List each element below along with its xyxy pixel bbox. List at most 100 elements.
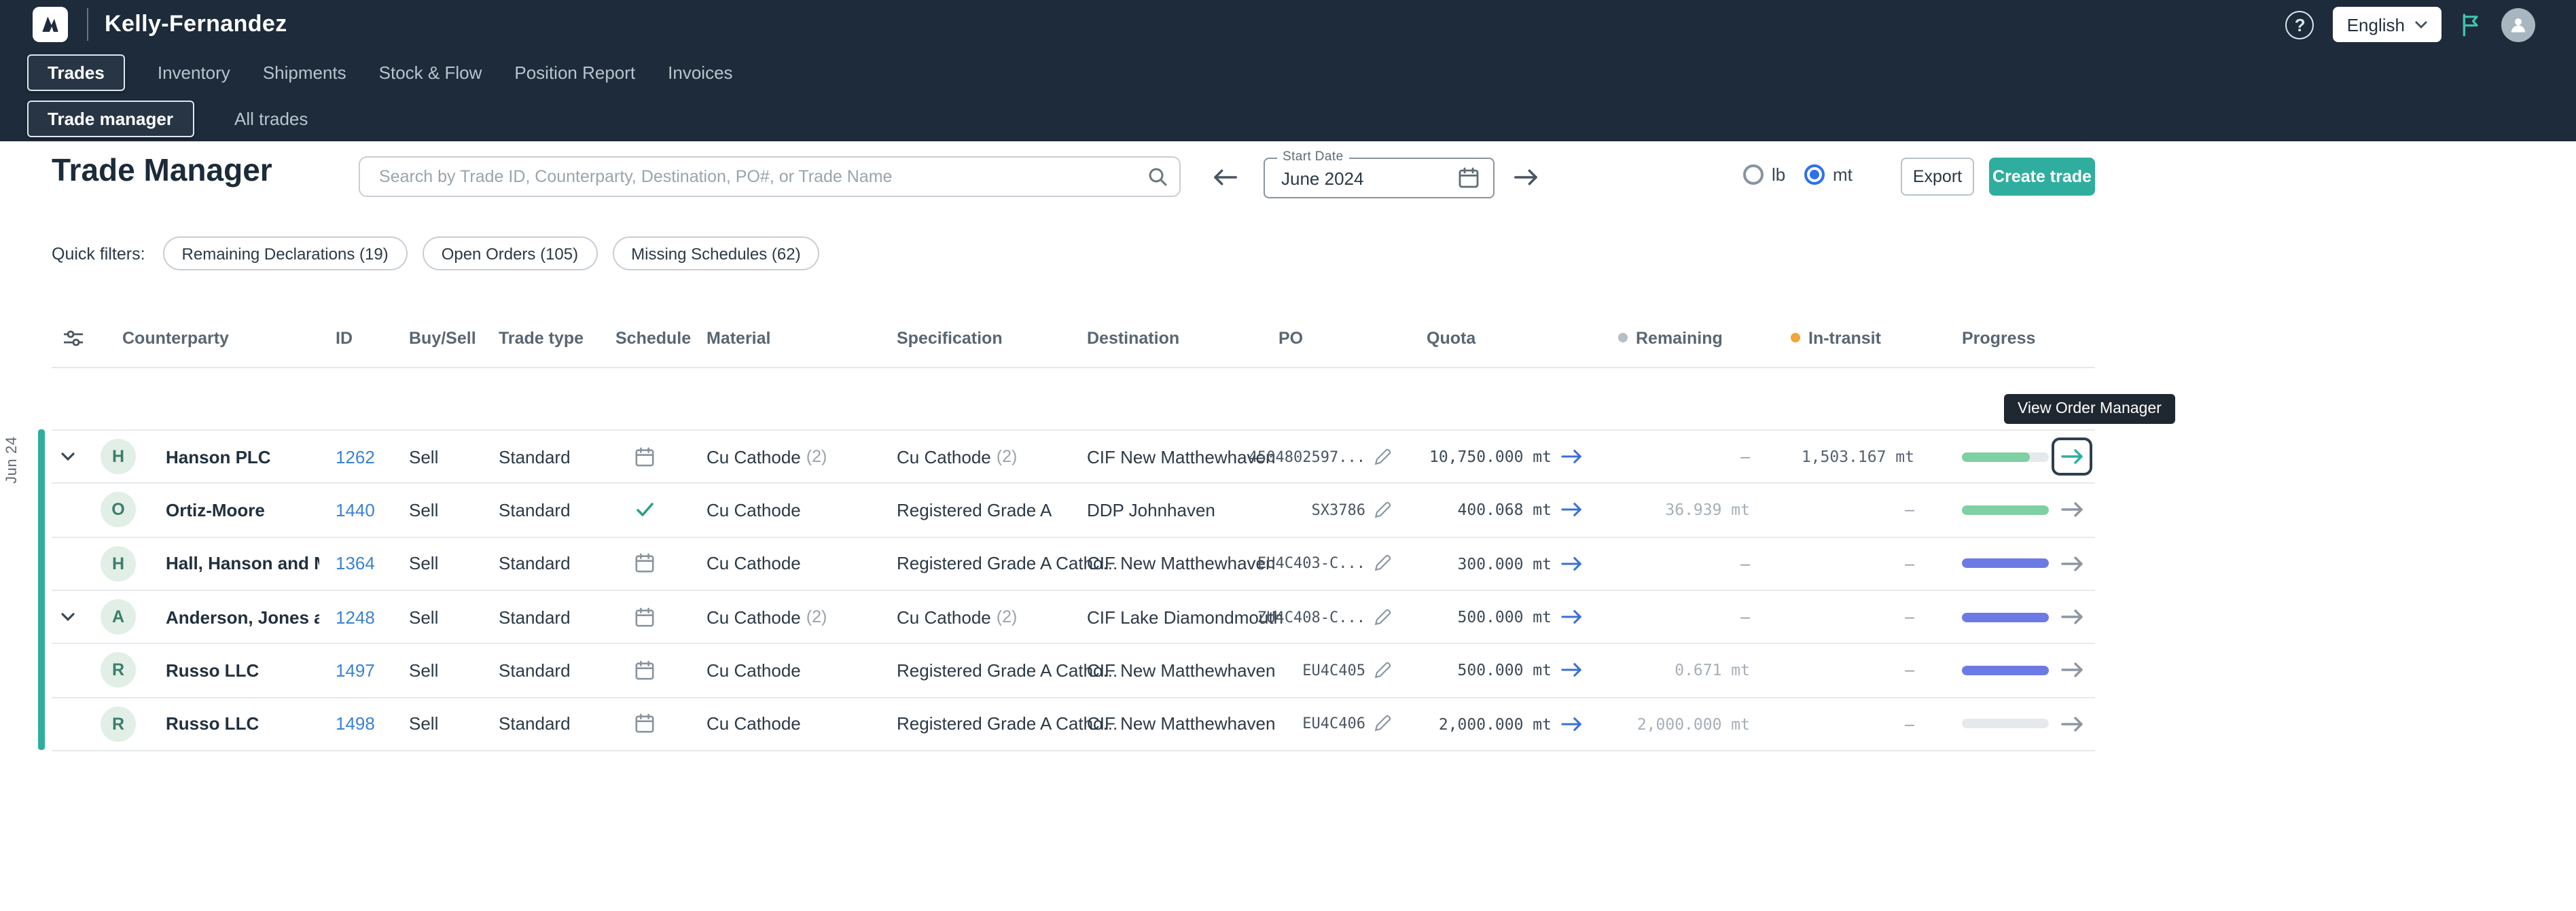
row-expander[interactable] [52, 591, 84, 643]
counterparty-name: Hanson PLC [166, 446, 271, 467]
quota-value: 400.068 mt [1458, 501, 1552, 520]
column-counterparty: Counterparty [122, 328, 319, 347]
specification-count: (2) [997, 607, 1018, 626]
trade-type-value: Standard [499, 554, 571, 574]
tab-trades[interactable]: Trades [27, 54, 125, 90]
schedule-calendar-icon[interactable] [599, 431, 690, 483]
trades-table-body: H Hanson PLC 1262 Sell Standard Cu Catho… [52, 429, 2095, 751]
open-order-manager-button[interactable] [2052, 545, 2092, 583]
unit-mt-radio[interactable]: mt [1804, 164, 1853, 185]
arrow-right-icon [2060, 448, 2083, 465]
trade-manager-app: Kelly-Fernandez ? English Trades Invento… [0, 0, 2576, 911]
tab-inventory[interactable]: Inventory [158, 62, 230, 82]
column-progress: Progress [1944, 328, 2095, 347]
help-icon[interactable]: ? [2286, 10, 2314, 39]
trade-id-link[interactable]: 1364 [336, 554, 375, 574]
filter-chip-missing-schedules[interactable]: Missing Schedules (62) [612, 236, 819, 270]
quota-arrow-icon[interactable] [1561, 502, 1583, 518]
in-transit-value: – [1905, 715, 1914, 734]
quota-arrow-icon[interactable] [1561, 609, 1583, 625]
edit-po-icon[interactable] [1374, 448, 1391, 465]
column-material: Material [690, 328, 880, 347]
column-destination: Destination [1071, 328, 1262, 347]
edit-po-icon[interactable] [1374, 662, 1391, 679]
app-header: Kelly-Fernandez ? English [0, 0, 2576, 49]
next-period-button[interactable] [1508, 159, 1543, 194]
tab-position-report[interactable]: Position Report [514, 62, 635, 82]
column-settings-icon[interactable] [52, 328, 122, 347]
arrow-left-icon [1211, 168, 1237, 185]
open-order-manager-button[interactable] [2052, 705, 2092, 743]
arrow-right-icon [2060, 556, 2083, 572]
trade-id-link[interactable]: 1440 [336, 500, 375, 520]
quota-arrow-icon[interactable] [1561, 662, 1583, 679]
search-input[interactable] [359, 156, 1181, 197]
user-avatar[interactable] [2501, 7, 2535, 41]
table-row: R Russo LLC 1497 Sell Standard Cu Cathod… [52, 645, 2095, 698]
in-transit-value: – [1905, 501, 1914, 520]
quota-arrow-icon[interactable] [1561, 556, 1583, 572]
quota-arrow-icon[interactable] [1561, 716, 1583, 732]
page-title: Trade Manager [52, 152, 272, 189]
arrow-right-icon [2060, 502, 2083, 518]
filter-chip-remaining-declarations[interactable]: Remaining Declarations (19) [163, 236, 408, 270]
open-order-manager-button[interactable] [2052, 437, 2092, 476]
secondary-nav: Trade manager All trades [0, 95, 2576, 141]
schedule-calendar-icon[interactable] [599, 591, 690, 643]
remaining-value: 0.671 mt [1675, 661, 1750, 680]
arrow-right-icon [2060, 609, 2083, 625]
schedule-calendar-icon[interactable] [599, 645, 690, 697]
open-order-manager-button[interactable] [2052, 651, 2092, 690]
open-order-manager-button[interactable] [2052, 598, 2092, 636]
main-content: Trade Manager Start Date June 2024 lb mt [0, 141, 2576, 911]
start-date-field[interactable]: Start Date June 2024 [1264, 158, 1495, 198]
edit-po-icon[interactable] [1374, 608, 1391, 626]
open-order-manager-button[interactable] [2052, 491, 2092, 529]
tab-all-trades[interactable]: All trades [234, 108, 308, 128]
counterparty-name: Hall, Hanson and Miller [166, 554, 319, 574]
quota-arrow-icon[interactable] [1561, 448, 1583, 465]
unit-mt-label: mt [1833, 164, 1853, 185]
edit-po-icon[interactable] [1374, 501, 1391, 519]
trade-id-link[interactable]: 1248 [336, 607, 375, 627]
unit-lb-radio[interactable]: lb [1743, 164, 1785, 185]
search-box [359, 156, 1181, 197]
flag-icon[interactable] [2461, 13, 2482, 36]
material-count: (2) [806, 447, 827, 466]
search-icon[interactable] [1147, 166, 1168, 194]
buy-sell-value: Sell [409, 660, 438, 681]
export-button[interactable]: Export [1901, 158, 1974, 196]
destination-value: CIF New Matthewhaven [1087, 446, 1275, 467]
quota-value: 500.000 mt [1458, 607, 1552, 626]
trade-id-link[interactable]: 1498 [336, 714, 375, 734]
schedule-calendar-icon[interactable] [599, 698, 690, 750]
filter-chip-open-orders[interactable]: Open Orders (105) [423, 236, 597, 270]
trade-id-link[interactable]: 1262 [336, 446, 375, 467]
create-trade-button[interactable]: Create trade [1989, 158, 2095, 196]
table-row: H Hall, Hanson and Miller 1364 Sell Stan… [52, 537, 2095, 591]
previous-period-button[interactable] [1206, 159, 1242, 194]
tab-shipments[interactable]: Shipments [263, 62, 346, 82]
in-transit-value: 1,503.167 mt [1802, 447, 1914, 466]
trade-type-value: Standard [499, 446, 571, 467]
material-value: Cu Cathode [706, 660, 801, 681]
destination-value: DDP Johnhaven [1087, 500, 1215, 520]
tab-invoices[interactable]: Invoices [668, 62, 732, 82]
language-selector[interactable]: English [2333, 7, 2441, 42]
quick-filters-label: Quick filters: [52, 244, 145, 263]
row-expander[interactable] [52, 431, 84, 483]
column-po: PO [1262, 328, 1410, 347]
trade-id-link[interactable]: 1497 [336, 660, 375, 681]
arrow-right-icon [1513, 168, 1539, 185]
buy-sell-value: Sell [409, 714, 438, 734]
schedule-calendar-icon[interactable] [599, 537, 690, 590]
arrow-right-icon [2060, 716, 2083, 732]
in-transit-dot-icon [1791, 333, 1800, 342]
quota-value: 300.000 mt [1458, 554, 1552, 573]
tab-trade-manager[interactable]: Trade manager [27, 100, 194, 137]
edit-po-icon[interactable] [1374, 555, 1391, 573]
calendar-icon[interactable] [1458, 167, 1480, 189]
tab-stock-flow[interactable]: Stock & Flow [379, 62, 482, 82]
edit-po-icon[interactable] [1374, 715, 1391, 733]
remaining-value: – [1740, 607, 1750, 626]
